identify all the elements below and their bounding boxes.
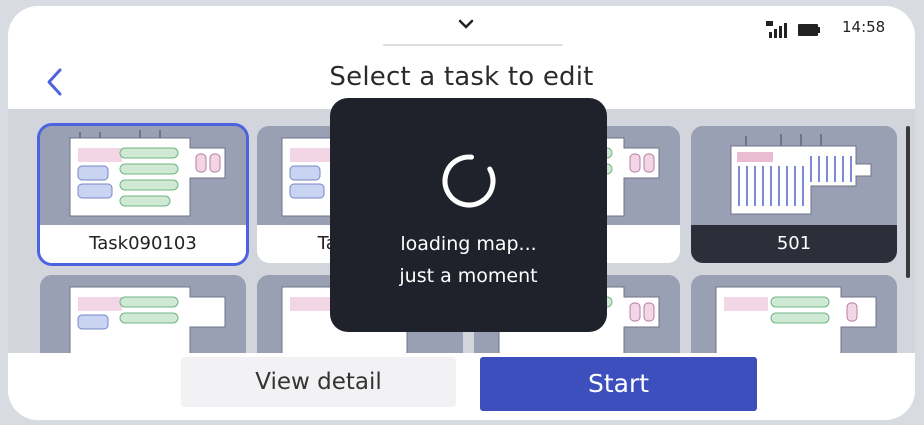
map-thumbnail [691,126,897,226]
app-screen: 14:58 Select a task to edit Task090103 5… [8,6,915,420]
signal-4g-icon [766,21,787,38]
task-card[interactable] [691,275,897,353]
status-bar: 14:58 [8,6,915,46]
loading-spinner-icon [442,154,496,208]
loading-line-2: just a moment [399,265,538,287]
view-detail-button[interactable]: View detail [181,357,456,407]
battery-icon [798,24,820,36]
task-card[interactable] [40,275,246,353]
scrollbar[interactable] [906,126,910,278]
loading-message: loading map... just a moment [330,228,607,292]
start-button[interactable]: Start [480,357,757,411]
task-label: Task090103 [40,225,246,263]
clock: 14:58 [842,18,886,36]
loading-line-1: loading map... [400,233,537,255]
action-bar: View detail Start [8,353,915,420]
loading-dialog: loading map... just a moment [330,98,607,332]
map-thumbnail [40,126,246,226]
chevron-down-icon[interactable] [454,14,478,34]
task-card[interactable]: 501 [691,126,897,263]
page-title: Select a task to edit [329,62,594,92]
map-thumbnail [40,275,246,353]
pull-handle[interactable] [383,44,563,46]
map-thumbnail [691,275,897,353]
task-card[interactable]: Task090103 [40,126,246,263]
task-label: 501 [691,225,897,263]
